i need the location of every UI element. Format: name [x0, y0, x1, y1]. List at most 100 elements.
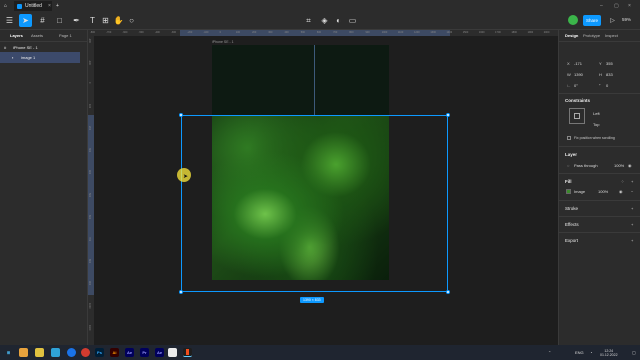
resize-handle-top-left[interactable] [179, 113, 183, 117]
layer-opacity-input[interactable]: 100% [614, 163, 624, 168]
constraints-inner-box [574, 113, 580, 119]
ruler-tick-label: 900 [365, 31, 370, 34]
after-effects-icon[interactable]: Ae [125, 348, 134, 357]
divider [559, 232, 640, 233]
play-icon[interactable]: ▷ [606, 14, 619, 27]
x-input[interactable]: -171 [574, 61, 582, 66]
page-selector[interactable]: Page 1 [59, 33, 72, 38]
frame-tool-icon[interactable]: # [36, 14, 49, 27]
boolean-icon[interactable]: ▭ [346, 14, 359, 27]
opera-icon[interactable] [81, 348, 90, 357]
add-stroke-icon[interactable]: + [631, 206, 633, 211]
layout-guide [314, 45, 315, 115]
fill-swatch[interactable] [566, 189, 571, 194]
remove-fill-icon[interactable]: − [631, 189, 633, 194]
fill-styles-icon[interactable]: ⁘ [621, 179, 624, 184]
hand-tool-icon[interactable]: ✋ [112, 14, 125, 27]
w-input[interactable]: 1390 [574, 72, 583, 77]
language-indicator[interactable]: ENG [575, 350, 584, 355]
export-title: Export [565, 238, 579, 243]
app-icon[interactable] [168, 348, 177, 357]
frame-label[interactable]: iPhone SE - 1 [212, 40, 234, 44]
crop-icon[interactable]: ⌗ [302, 14, 315, 27]
rotation-input[interactable]: 0° [574, 83, 578, 88]
fill-type[interactable]: Image [574, 189, 585, 194]
y-input[interactable]: 355 [606, 61, 613, 66]
canvas[interactable]: -800 -700 -600 -500 -400 -300 -200 -100 0 100 200 3… [88, 30, 558, 345]
selection-box[interactable] [179, 113, 450, 294]
text-tool-icon[interactable]: T [86, 14, 99, 27]
rotation-icon: ∟ [567, 83, 571, 88]
fix-position-checkbox[interactable] [567, 136, 571, 140]
network-icon[interactable]: ◔ [590, 350, 592, 355]
tab-assets[interactable]: Assets [31, 33, 43, 38]
comment-tool-icon[interactable]: ○ [125, 14, 138, 27]
add-effect-icon[interactable]: + [631, 222, 633, 227]
ruler-tick-label: -300 [171, 31, 177, 34]
ruler-tick-label: 1700 [495, 31, 501, 34]
constraints-widget[interactable] [569, 108, 585, 124]
minimize-icon[interactable]: – [600, 1, 603, 11]
ruler-tick-label: 100 [88, 104, 91, 109]
tab-prototype[interactable]: Prototype [583, 33, 600, 38]
premiere-icon[interactable]: Pr [140, 348, 149, 357]
photoshop-icon[interactable]: Ps [95, 348, 104, 357]
divider [559, 216, 640, 217]
ruler-tick-label: 400 [284, 31, 289, 34]
mask-icon[interactable]: ◐ [332, 14, 345, 27]
close-tab-icon[interactable]: × [48, 3, 51, 9]
layer-frame-row[interactable]: iPhone SE - 1 [13, 45, 38, 50]
avatar[interactable] [568, 15, 578, 25]
share-button[interactable]: Share [583, 15, 601, 26]
after-effects-2-icon[interactable]: Ae [155, 348, 164, 357]
resize-handle-bottom-right[interactable] [446, 290, 450, 294]
component-icon[interactable]: ◈ [318, 14, 331, 27]
shape-tool-icon[interactable]: □ [53, 14, 66, 27]
fill-visibility-icon[interactable]: ◉ [619, 189, 623, 194]
document-tab[interactable]: Untitled × [14, 1, 52, 11]
title-bar: ⌂ Untitled × + – ▢ × [0, 0, 640, 11]
edge-icon[interactable] [51, 348, 60, 357]
resources-icon[interactable]: ⊞ [99, 14, 112, 27]
horizontal-constraint[interactable]: Left [593, 111, 600, 116]
explorer-icon[interactable] [19, 348, 28, 357]
ruler-tick-label: 1100 [397, 31, 404, 34]
x-label: X [567, 61, 570, 66]
figma-icon[interactable] [183, 348, 192, 357]
home-icon[interactable]: ⌂ [4, 1, 7, 11]
maximize-icon[interactable]: ▢ [614, 1, 619, 11]
blend-mode-select[interactable]: Pass through [574, 163, 598, 168]
layer-image-row[interactable]: ▪ image 1 [0, 52, 80, 63]
resize-handle-top-right[interactable] [446, 113, 450, 117]
ruler-tick-label: 1600 [478, 31, 485, 34]
h-input[interactable]: 833 [606, 72, 613, 77]
close-window-icon[interactable]: × [628, 1, 631, 11]
new-tab-button[interactable]: + [56, 1, 59, 11]
move-tool-icon[interactable]: ➤ [19, 14, 32, 27]
ruler-tick-label: -800 [90, 31, 96, 34]
zoom-level[interactable]: 59% [622, 17, 631, 22]
tray-chevron-icon[interactable]: ⌃ [548, 350, 551, 355]
tab-inspect[interactable]: Inspect [605, 33, 618, 38]
pen-tool-icon[interactable]: ✒ [70, 14, 83, 27]
folder-icon[interactable] [35, 348, 44, 357]
tab-design[interactable]: Design [565, 33, 578, 38]
add-export-icon[interactable]: + [631, 238, 633, 243]
add-fill-icon[interactable]: + [631, 179, 633, 184]
fill-opacity-input[interactable]: 100% [598, 189, 608, 194]
figma-file-icon [17, 3, 22, 9]
chrome-icon[interactable] [67, 348, 76, 357]
vertical-constraint[interactable]: Top [593, 122, 599, 127]
visibility-icon[interactable]: ◉ [628, 163, 632, 168]
illustrator-icon[interactable]: Ai [110, 348, 119, 357]
toolbar: ☰ ➤ # □ ✒ T ⊞ ✋ ○ ⌗ ◈ ◐ ▭ Share ▷ 59% [0, 11, 640, 30]
notifications-icon[interactable]: ▢ [632, 350, 636, 355]
clock[interactable]: 12:24 01.12.2022 [600, 349, 618, 357]
main-menu-icon[interactable]: ☰ [3, 14, 16, 27]
radius-input[interactable]: 0 [606, 83, 608, 88]
ruler-tick-label: -200 [88, 38, 91, 44]
divider [559, 41, 640, 42]
start-icon[interactable]: ⊞ [4, 348, 13, 357]
resize-handle-bottom-left[interactable] [179, 290, 183, 294]
tab-layers[interactable]: Layers [10, 33, 23, 38]
